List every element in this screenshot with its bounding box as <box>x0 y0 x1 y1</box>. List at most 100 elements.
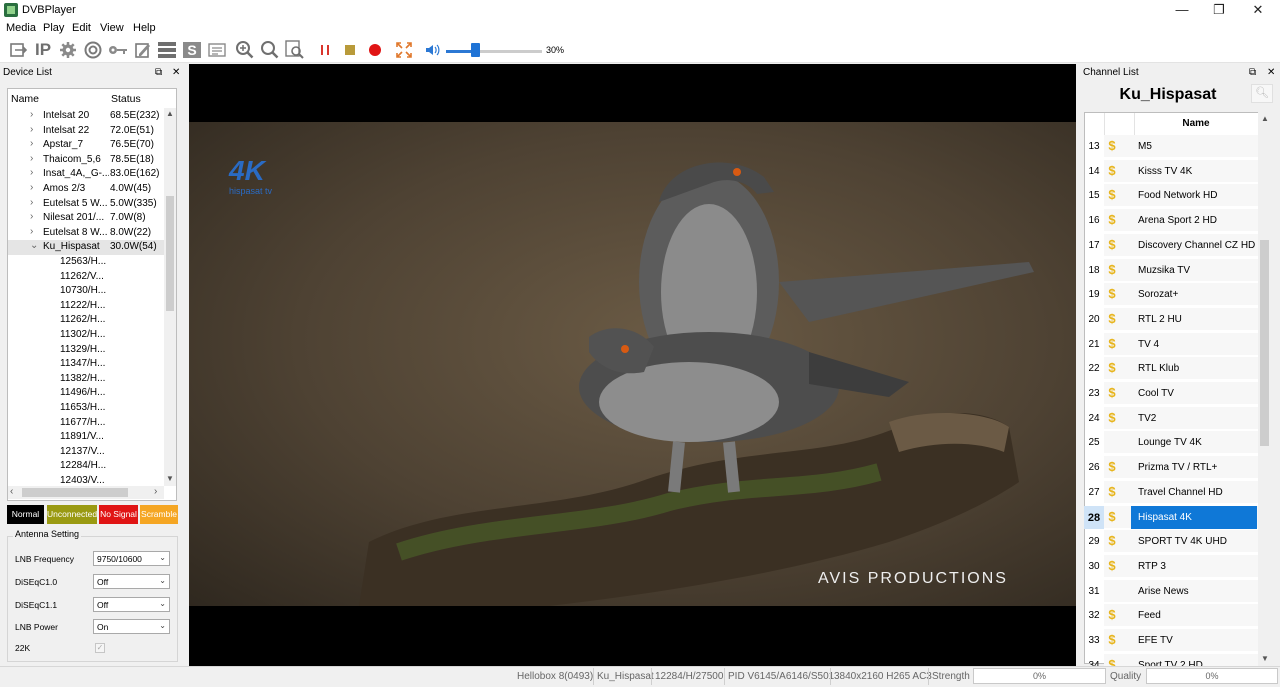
tree-item-satellite[interactable]: › Eutelsat 5 W... 5.0W(335) <box>8 197 164 212</box>
search-icon[interactable] <box>260 40 280 60</box>
tree-item-transponder[interactable]: 11262/V... <box>60 271 104 282</box>
lnb-frequency-value: 9750/10600 <box>97 554 142 564</box>
channel-row[interactable] <box>1104 604 1258 628</box>
settings-icon[interactable] <box>58 40 78 60</box>
scroll-up-icon[interactable]: ▲ <box>1261 114 1269 123</box>
tree-item-satellite[interactable]: ⌄ Ku_Hispasat 30.0W(54) <box>8 240 164 255</box>
chevron-down-icon[interactable]: ⌄ <box>30 240 38 251</box>
close-panel-icon[interactable]: ✕ <box>172 67 180 78</box>
tree-item-satellite[interactable]: › Insat_4A,_G-... 83.0E(162) <box>8 167 164 182</box>
scan-icon[interactable] <box>285 40 305 60</box>
close-button[interactable]: ✕ <box>1240 0 1276 20</box>
tree-item-transponder[interactable]: 11329/H... <box>60 344 105 355</box>
key-icon[interactable] <box>108 40 128 60</box>
menu-media[interactable]: Media <box>6 22 36 34</box>
volume-slider-thumb[interactable] <box>471 43 480 57</box>
channel-row[interactable] <box>1104 554 1258 578</box>
list-icon[interactable] <box>157 40 177 60</box>
channel-name: EFE TV <box>1138 635 1173 646</box>
scroll-down-icon[interactable]: ▼ <box>1261 654 1269 663</box>
scroll-left-icon[interactable]: ‹ <box>10 486 13 497</box>
menu-view[interactable]: View <box>100 22 124 34</box>
scroll-up-icon[interactable]: ▲ <box>166 109 174 118</box>
tree-item-transponder[interactable]: 11302/H... <box>60 329 105 340</box>
subtitle-s-icon[interactable]: S <box>182 40 202 60</box>
chevron-right-icon[interactable]: › <box>30 197 33 208</box>
lnb-frequency-select[interactable]: 9750/10600 ⌄ <box>93 551 170 566</box>
chevron-right-icon[interactable]: › <box>30 109 33 120</box>
menu-play[interactable]: Play <box>43 22 64 34</box>
scrambled-icon: $ <box>1108 162 1116 178</box>
tree-item-transponder[interactable]: 11347/H... <box>60 358 105 369</box>
tree-item-transponder[interactable]: 12137/V... <box>60 446 105 457</box>
epg-icon[interactable] <box>207 40 227 60</box>
zoom-in-icon[interactable] <box>235 40 255 60</box>
volume-icon[interactable] <box>423 40 443 60</box>
tree-item-transponder[interactable]: 12284/H... <box>60 460 106 471</box>
channel-name: RTL 2 HU <box>1138 313 1182 325</box>
tree-item-satellite[interactable]: › Amos 2/3 4.0W(45) <box>8 182 164 197</box>
fullscreen-icon[interactable] <box>394 40 414 60</box>
input-icon[interactable] <box>9 40 29 60</box>
tree-item-satellite[interactable]: › Apstar_7 76.5E(70) <box>8 138 164 153</box>
tree-item-transponder[interactable]: 11382/H... <box>60 373 105 384</box>
tree-item-satellite[interactable]: › Nilesat 201/... 7.0W(8) <box>8 211 164 226</box>
column-name[interactable]: Name <box>1137 118 1255 129</box>
tree-item-satellite[interactable]: › Intelsat 20 68.5E(232) <box>8 109 164 124</box>
device-tree[interactable]: Name Status › Intelsat 20 68.5E(232) › Intel… <box>7 88 177 501</box>
tree-item-transponder[interactable]: 12403/V... <box>60 475 105 486</box>
tree-item-satellite[interactable]: › Eutelsat 8 W... 8.0W(22) <box>8 226 164 241</box>
channel-row[interactable] <box>1104 382 1258 405</box>
minimize-button[interactable]: — <box>1164 0 1200 20</box>
search-button[interactable]: 🔍︎ <box>1251 84 1273 103</box>
tree-item-transponder[interactable]: 10730/H... <box>60 285 106 296</box>
chevron-right-icon[interactable]: › <box>30 138 33 149</box>
22k-checkbox[interactable]: ✓ <box>95 643 105 653</box>
chevron-right-icon[interactable]: › <box>30 211 33 222</box>
pause-icon[interactable] <box>315 40 335 60</box>
ip-icon[interactable]: IP <box>33 40 53 60</box>
tree-item-transponder[interactable]: 11677/H... <box>60 417 105 428</box>
chevron-right-icon[interactable]: › <box>30 182 33 193</box>
tree-item-transponder[interactable]: 11222/H... <box>60 300 105 311</box>
tree-item-transponder[interactable]: 11262/H... <box>60 314 105 325</box>
chevron-right-icon[interactable]: › <box>30 167 33 178</box>
tree-item-transponder[interactable]: 11891/V... <box>60 431 104 442</box>
menu-edit[interactable]: Edit <box>72 22 91 34</box>
close-panel-icon[interactable]: ✕ <box>1267 67 1275 78</box>
lnb-power-select[interactable]: On ⌄ <box>93 619 170 634</box>
device-tree-vscroll-thumb[interactable] <box>166 196 174 311</box>
column-name[interactable]: Name <box>8 89 39 107</box>
channel-row[interactable] <box>1104 332 1258 356</box>
channel-row[interactable] <box>1104 629 1258 652</box>
menu-help[interactable]: Help <box>133 22 156 34</box>
undock-icon[interactable]: ⧉ <box>1249 67 1256 78</box>
signal-icon[interactable] <box>83 40 103 60</box>
satellite-status: 83.0E(162) <box>110 168 160 180</box>
channel-vscroll-thumb[interactable] <box>1260 240 1269 446</box>
diseqc11-select[interactable]: Off ⌄ <box>93 597 170 612</box>
chevron-right-icon[interactable]: › <box>30 153 33 164</box>
satellite-name: Eutelsat 8 W... <box>43 226 108 238</box>
tree-item-transponder[interactable]: 12563/H... <box>60 256 106 267</box>
channel-row[interactable] <box>1104 357 1258 381</box>
tree-item-transponder[interactable]: 11653/H... <box>60 402 105 413</box>
scroll-down-icon[interactable]: ▼ <box>166 474 174 483</box>
chevron-right-icon[interactable]: › <box>30 124 33 135</box>
column-status[interactable]: Status <box>108 89 141 107</box>
tree-item-satellite[interactable]: › Intelsat 22 72.0E(51) <box>8 124 164 139</box>
device-tree-hscroll-thumb[interactable] <box>22 488 128 497</box>
tree-item-transponder[interactable]: 11496/H... <box>60 387 105 398</box>
channel-row[interactable] <box>1104 135 1258 158</box>
tree-item-satellite[interactable]: › Thaicom_5,6 78.5E(18) <box>8 153 164 168</box>
edit-icon[interactable] <box>133 40 153 60</box>
maximize-button[interactable]: ❐ <box>1201 0 1237 20</box>
undock-icon[interactable]: ⧉ <box>155 67 162 78</box>
chevron-right-icon[interactable]: › <box>30 226 33 237</box>
diseqc10-select[interactable]: Off ⌄ <box>93 574 170 589</box>
stop-icon[interactable] <box>340 40 360 60</box>
record-icon[interactable] <box>365 40 385 60</box>
scroll-right-icon[interactable]: › <box>154 486 157 497</box>
channel-row[interactable] <box>1104 283 1258 307</box>
channel-row[interactable] <box>1104 406 1258 430</box>
